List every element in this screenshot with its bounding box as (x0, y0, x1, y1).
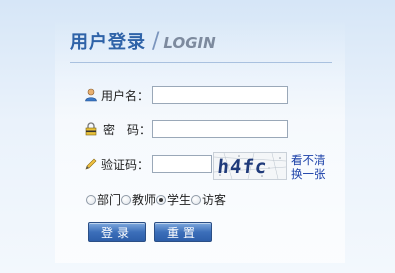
role-option-visitor[interactable]: 访客 (191, 191, 226, 208)
refresh-line-2: 换一张 (291, 167, 326, 181)
role-label-visitor: 访客 (202, 193, 227, 207)
title-chinese: 用户登录 (70, 32, 146, 53)
captcha-image[interactable]: h4fc (213, 152, 287, 180)
captcha-row: 验证码： (84, 155, 213, 173)
title-divider (70, 62, 332, 63)
role-label-student: 学生 (167, 193, 192, 207)
role-option-teacher[interactable]: 教师 (121, 191, 156, 208)
captcha-label: 验证码： (101, 157, 150, 172)
login-button[interactable]: 登录 (88, 222, 146, 242)
lock-icon (84, 122, 98, 136)
title-separator: / (152, 29, 160, 54)
reset-button[interactable]: 重置 (154, 222, 212, 242)
password-row: 密 码： (84, 120, 289, 138)
title-english: LOGIN (163, 34, 216, 52)
password-label: 密 码： (103, 122, 152, 137)
username-row: 用户名： (84, 86, 289, 104)
pencil-icon (84, 157, 98, 171)
captcha-text: h4fc (216, 156, 268, 178)
login-title: 用户登录 / LOGIN (70, 28, 216, 58)
role-label-department: 部门 (97, 193, 122, 207)
radio-teacher[interactable] (121, 194, 132, 205)
username-input[interactable] (152, 86, 289, 104)
role-option-student[interactable]: 学生 (156, 191, 191, 208)
user-icon (84, 88, 98, 102)
captcha-input[interactable] (152, 155, 213, 173)
role-label-teacher: 教师 (132, 193, 157, 207)
radio-department[interactable] (86, 194, 96, 205)
role-option-department[interactable]: 部门 (86, 191, 121, 208)
refresh-line-1: 看不清 (291, 153, 326, 167)
radio-visitor[interactable] (191, 194, 202, 205)
radio-student[interactable] (156, 194, 167, 205)
username-label: 用户名： (101, 88, 150, 103)
password-input[interactable] (152, 120, 289, 138)
refresh-captcha-link[interactable]: 看不清 换一张 (291, 153, 326, 181)
role-selector: 部门 教师 学生 访客 (86, 191, 226, 208)
